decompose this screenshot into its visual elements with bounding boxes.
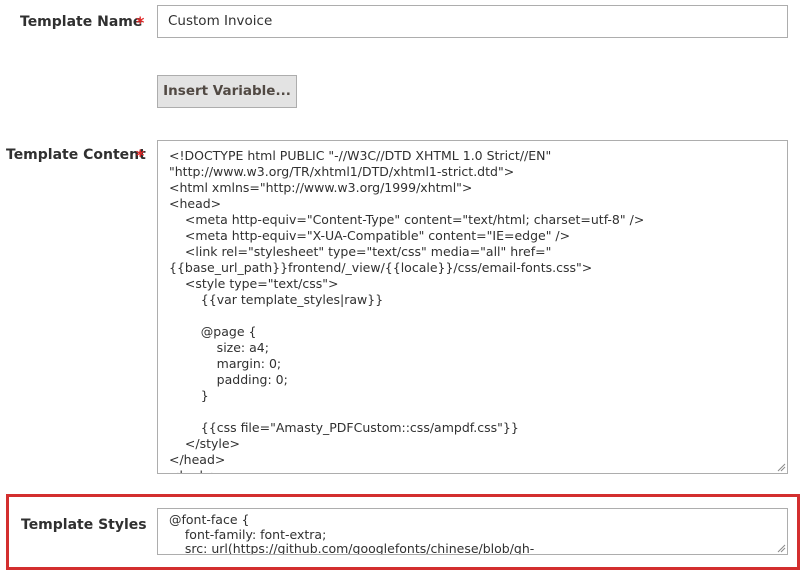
code-line: <head> bbox=[169, 196, 222, 211]
resize-grip-icon[interactable] bbox=[776, 462, 786, 472]
template-name-input[interactable]: Custom Invoice bbox=[157, 5, 788, 38]
code-line: } bbox=[169, 388, 209, 403]
template-name-label: Template Name bbox=[20, 14, 143, 30]
template-styles-label: Template Styles bbox=[21, 517, 147, 533]
code-line: padding: 0; bbox=[169, 372, 288, 387]
code-line: <meta http-equiv="Content-Type" content=… bbox=[169, 212, 645, 227]
code-line: <!DOCTYPE html PUBLIC "-//W3C//DTD XHTML… bbox=[169, 148, 552, 163]
code-line: margin: 0; bbox=[169, 356, 282, 371]
template-styles-textarea[interactable]: @font-face { font-family: font-extra; sr… bbox=[157, 508, 788, 555]
code-line: "http://www.w3.org/TR/xhtml1/DTD/xhtml1-… bbox=[169, 164, 515, 179]
code-line: <html xmlns="http://www.w3.org/1999/xhtm… bbox=[169, 180, 473, 195]
code-line: {{var template_styles|raw}} bbox=[169, 292, 384, 307]
code-line: size: a4; bbox=[169, 340, 269, 355]
code-line: @page { bbox=[169, 324, 257, 339]
template-name-required-mark: * bbox=[136, 13, 145, 32]
code-line: {{base_url_path}}frontend/_view/{{locale… bbox=[169, 260, 593, 275]
template-content-required-mark: * bbox=[136, 146, 145, 165]
code-line: src: url(https://github.com/googlefonts/… bbox=[169, 541, 535, 555]
resize-grip-icon[interactable] bbox=[776, 543, 786, 553]
code-line: <meta http-equiv="X-UA-Compatible" conte… bbox=[169, 228, 571, 243]
code-line: </head> bbox=[169, 452, 226, 467]
code-line: {{css file="Amasty_PDFCustom::css/ampdf.… bbox=[169, 420, 519, 435]
code-line: </style> bbox=[169, 436, 241, 451]
code-line: <link rel="stylesheet" type="text/css" m… bbox=[169, 244, 552, 259]
template-content-textarea[interactable]: <!DOCTYPE html PUBLIC "-//W3C//DTD XHTML… bbox=[157, 140, 788, 474]
template-content-label: Template Content bbox=[6, 147, 146, 163]
insert-variable-button[interactable]: Insert Variable... bbox=[157, 75, 297, 108]
code-line: <style type="text/css"> bbox=[169, 276, 339, 291]
code-line: <body> bbox=[169, 468, 221, 473]
